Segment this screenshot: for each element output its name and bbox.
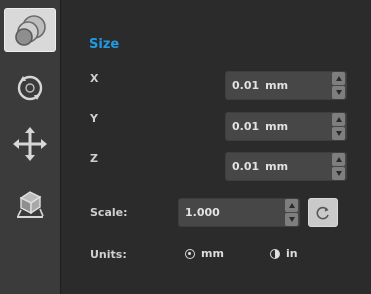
scale-increment-button[interactable] — [285, 199, 298, 212]
x-size-unit: mm — [265, 79, 289, 92]
chevron-up-icon — [335, 117, 342, 122]
rotate-tool-button[interactable] — [4, 66, 56, 110]
x-size-stepper — [332, 72, 345, 99]
units-in-label: in — [286, 247, 298, 260]
units-in-radio[interactable]: in — [270, 247, 298, 260]
x-decrement-button[interactable] — [332, 86, 345, 99]
scale-stepper — [285, 199, 298, 226]
scale-label: Scale: — [90, 206, 128, 219]
y-increment-button[interactable] — [332, 113, 345, 126]
x-label: X — [90, 72, 99, 85]
size-icon — [15, 15, 46, 46]
move-icon — [13, 127, 47, 161]
x-size-value[interactable]: 0.01 mm — [226, 79, 332, 92]
y-size-spinbox[interactable]: 0.01 mm — [225, 112, 347, 141]
chevron-up-icon — [335, 157, 342, 162]
chevron-down-icon — [335, 131, 342, 136]
z-size-number: 0.01 — [232, 160, 260, 173]
scale-decrement-button[interactable] — [285, 213, 298, 226]
y-label: Y — [90, 112, 98, 125]
radio-unselected-icon — [270, 248, 280, 259]
size-tool-button[interactable] — [4, 8, 56, 52]
chevron-down-icon — [335, 171, 342, 176]
y-size-value[interactable]: 0.01 mm — [226, 120, 332, 133]
x-increment-button[interactable] — [332, 72, 345, 85]
chevron-up-icon — [288, 203, 295, 208]
toolbar-sidebar — [0, 0, 61, 294]
panel-title: Size — [89, 37, 120, 52]
y-size-unit: mm — [265, 120, 289, 133]
units-label: Units: — [90, 248, 127, 261]
z-size-spinbox[interactable]: 0.01 mm — [225, 152, 347, 181]
y-size-stepper — [332, 113, 345, 140]
units-mm-label: mm — [201, 247, 224, 260]
reset-scale-button[interactable] — [308, 198, 338, 227]
z-increment-button[interactable] — [332, 153, 345, 166]
chevron-down-icon — [288, 217, 295, 222]
z-label: Z — [90, 152, 98, 165]
scale-spinbox[interactable]: 1.000 — [178, 198, 300, 227]
place-on-face-tool-button[interactable] — [4, 182, 56, 226]
y-decrement-button[interactable] — [332, 127, 345, 140]
x-size-spinbox[interactable]: 0.01 mm — [225, 71, 347, 100]
units-mm-radio[interactable]: mm — [185, 247, 224, 260]
move-tool-button[interactable] — [4, 122, 56, 166]
z-size-value[interactable]: 0.01 mm — [226, 160, 332, 173]
rotate-icon — [17, 75, 43, 101]
z-size-stepper — [332, 153, 345, 180]
z-size-unit: mm — [265, 160, 289, 173]
z-decrement-button[interactable] — [332, 167, 345, 180]
y-size-number: 0.01 — [232, 120, 260, 133]
radio-selected-icon — [185, 248, 195, 259]
chevron-up-icon — [335, 76, 342, 81]
scale-value[interactable]: 1.000 — [179, 206, 285, 219]
x-size-number: 0.01 — [232, 79, 260, 92]
chevron-down-icon — [335, 90, 342, 95]
reset-icon — [316, 206, 329, 219]
place-on-face-icon — [17, 191, 44, 218]
size-panel: Size X 0.01 mm Y 0.01 mm Z 0.01 mm Scale: 1… — [61, 0, 371, 294]
